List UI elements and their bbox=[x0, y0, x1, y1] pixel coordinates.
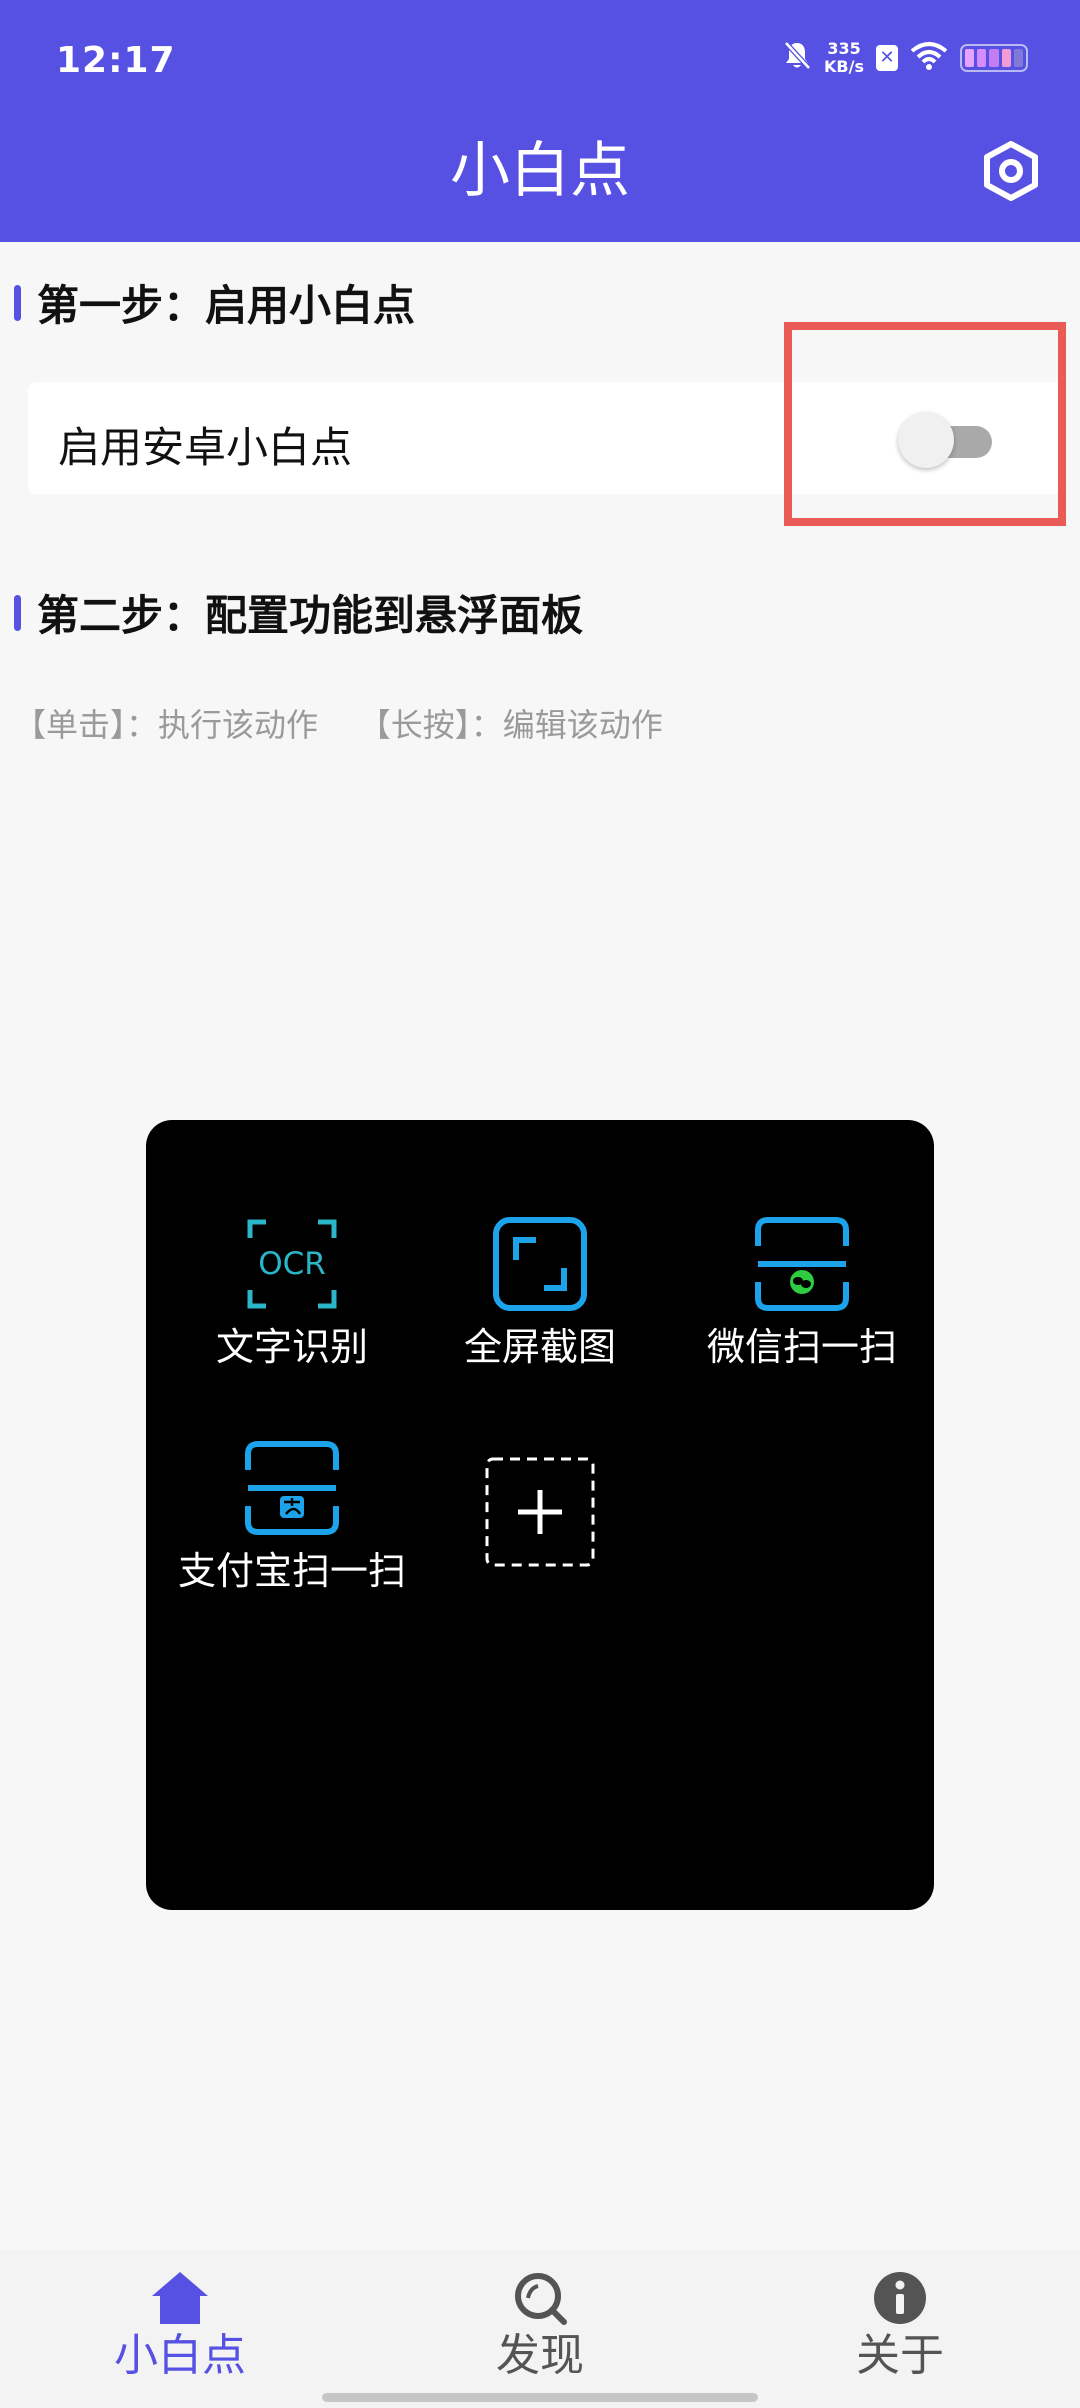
step1-title: 第一步：启用小白点 bbox=[37, 281, 416, 330]
battery-icon bbox=[960, 44, 1028, 72]
fullscreen-screenshot-icon bbox=[492, 1216, 588, 1312]
ocr-icon: OCR bbox=[244, 1216, 340, 1312]
home-icon bbox=[152, 2272, 208, 2324]
wifi-icon bbox=[910, 41, 948, 75]
step1-heading: 第一步：启用小白点 bbox=[14, 272, 415, 333]
nav-label: 小白点 bbox=[114, 2330, 246, 2381]
enable-toggle-label: 启用安卓小白点 bbox=[58, 423, 353, 472]
status-time: 12:17 bbox=[56, 40, 176, 81]
nav-label: 关于 bbox=[856, 2330, 944, 2381]
section-marker bbox=[14, 284, 21, 321]
svg-text:OCR: OCR bbox=[258, 1246, 326, 1282]
status-bar: 12:17 335 KB/s ✕ bbox=[0, 0, 1080, 130]
alipay-scan-icon bbox=[244, 1440, 340, 1536]
settings-button[interactable] bbox=[978, 138, 1044, 204]
panel-item-label: 微信扫一扫 bbox=[706, 1325, 897, 1369]
info-icon bbox=[874, 2272, 926, 2324]
section-marker bbox=[14, 594, 21, 631]
panel-item-label: 文字识别 bbox=[215, 1325, 368, 1369]
nav-item-about[interactable]: 关于 bbox=[800, 2270, 1000, 2382]
step2-title: 第二步：配置功能到悬浮面板 bbox=[37, 591, 584, 640]
notification-x-icon: ✕ bbox=[876, 45, 898, 71]
highlight-box bbox=[784, 322, 1066, 526]
panel-item-ocr[interactable]: OCR 文字识别 bbox=[162, 1216, 422, 1370]
panel-item-alipay-scan[interactable]: 支付宝扫一扫 bbox=[162, 1440, 422, 1594]
wechat-scan-icon bbox=[754, 1216, 850, 1312]
panel-item-label: 支付宝扫一扫 bbox=[177, 1549, 406, 1593]
settings-hex-icon bbox=[984, 141, 1038, 201]
panel-item-label: 全屏截图 bbox=[463, 1325, 616, 1369]
nav-item-home[interactable]: 小白点 bbox=[80, 2270, 280, 2382]
home-indicator[interactable] bbox=[322, 2393, 758, 2402]
page-title: 小白点 bbox=[450, 136, 630, 206]
status-icons: 335 KB/s ✕ bbox=[782, 40, 1028, 76]
add-icon bbox=[484, 1456, 596, 1568]
add-action-button[interactable] bbox=[410, 1456, 670, 1580]
network-speed-unit: KB/s bbox=[824, 57, 864, 76]
network-speed: 335 KB/s bbox=[824, 40, 864, 76]
bottom-nav: 小白点 发现 关于 bbox=[0, 2250, 1080, 2408]
panel-item-fullscreen-screenshot[interactable]: 全屏截图 bbox=[410, 1216, 670, 1370]
nav-item-discover[interactable]: 发现 bbox=[440, 2270, 640, 2382]
panel-item-wechat-scan[interactable]: 微信扫一扫 bbox=[672, 1216, 932, 1370]
nav-label: 发现 bbox=[496, 2330, 584, 2381]
mute-bell-icon bbox=[782, 40, 812, 76]
network-speed-value: 335 bbox=[827, 39, 861, 58]
app-header: 12:17 335 KB/s ✕ 小白点 bbox=[0, 0, 1080, 242]
action-hint: 【单击】：执行该动作 【长按】：编辑该动作 bbox=[14, 706, 663, 744]
step2-heading: 第二步：配置功能到悬浮面板 bbox=[14, 582, 583, 643]
floating-panel: OCR 文字识别 全屏截图 微信扫一扫 支付宝扫一扫 bbox=[146, 1120, 934, 1910]
discover-search-icon bbox=[515, 2273, 567, 2325]
